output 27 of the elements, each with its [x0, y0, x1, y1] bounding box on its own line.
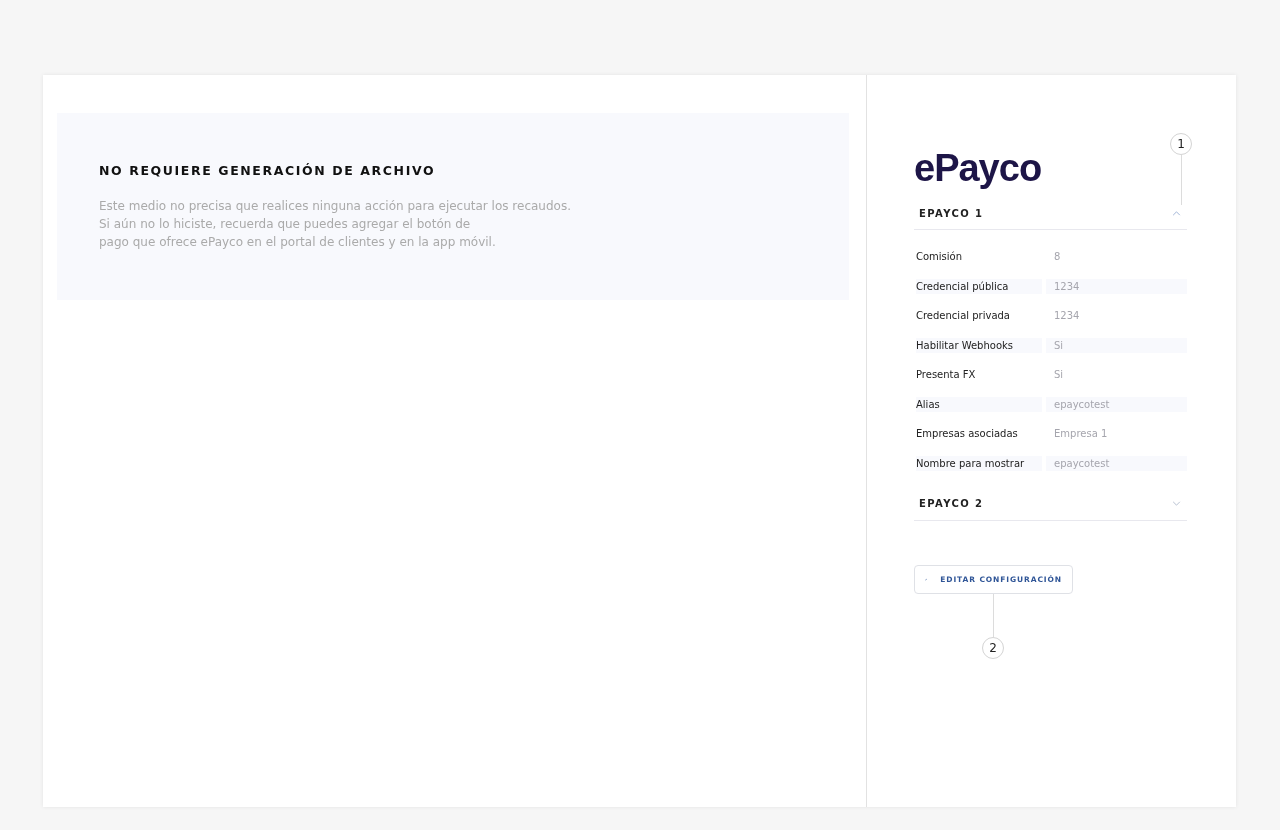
field-label: Habilitar Webhooks — [916, 337, 1042, 353]
field-value: Si — [1053, 368, 1065, 382]
leader-line — [1181, 155, 1182, 205]
callout-badge: 1 — [1170, 133, 1192, 155]
field-value: Si — [1046, 337, 1187, 353]
field-label: Credencial privada — [916, 309, 1011, 323]
field-label: Empresas asociadas — [916, 427, 1019, 441]
field-label: Nombre para mostrar — [916, 455, 1042, 471]
field-label: Comisión — [916, 250, 964, 264]
chevron-down-icon — [1172, 501, 1181, 506]
accordion-header[interactable]: EPAYCO 2 — [914, 487, 1187, 521]
field-label: Alias — [916, 396, 1042, 412]
field-label: Presenta FX — [916, 368, 977, 382]
callout-badge: 2 — [982, 637, 1004, 659]
field-value: 1234 — [1053, 309, 1081, 323]
chevron-up-icon — [1172, 210, 1181, 216]
notice-title: NO REQUIERE GENERACIÓN DE ARCHIVO — [99, 163, 437, 179]
field-value: 1234 — [1046, 278, 1187, 294]
field-label: Credencial pública — [916, 278, 1042, 294]
field-value: Empresa 1 — [1053, 427, 1109, 441]
brand-logo: ePayco — [914, 148, 1042, 188]
field-value: epaycotest — [1046, 455, 1187, 471]
field-value: 8 — [1053, 250, 1062, 264]
notice-text: Este medio no precisa que realices ninguna acción para ejecutar los recaudos. Si aún no lo hiciste, recuerda que puedes agregar el botón de pago que ofrece ePayco en el portal de clientes y en la app móvil. — [99, 198, 572, 251]
leader-line — [993, 594, 994, 637]
accordion-header[interactable]: EPAYCO 1 — [914, 197, 1187, 230]
field-value: epaycotest — [1046, 396, 1187, 412]
